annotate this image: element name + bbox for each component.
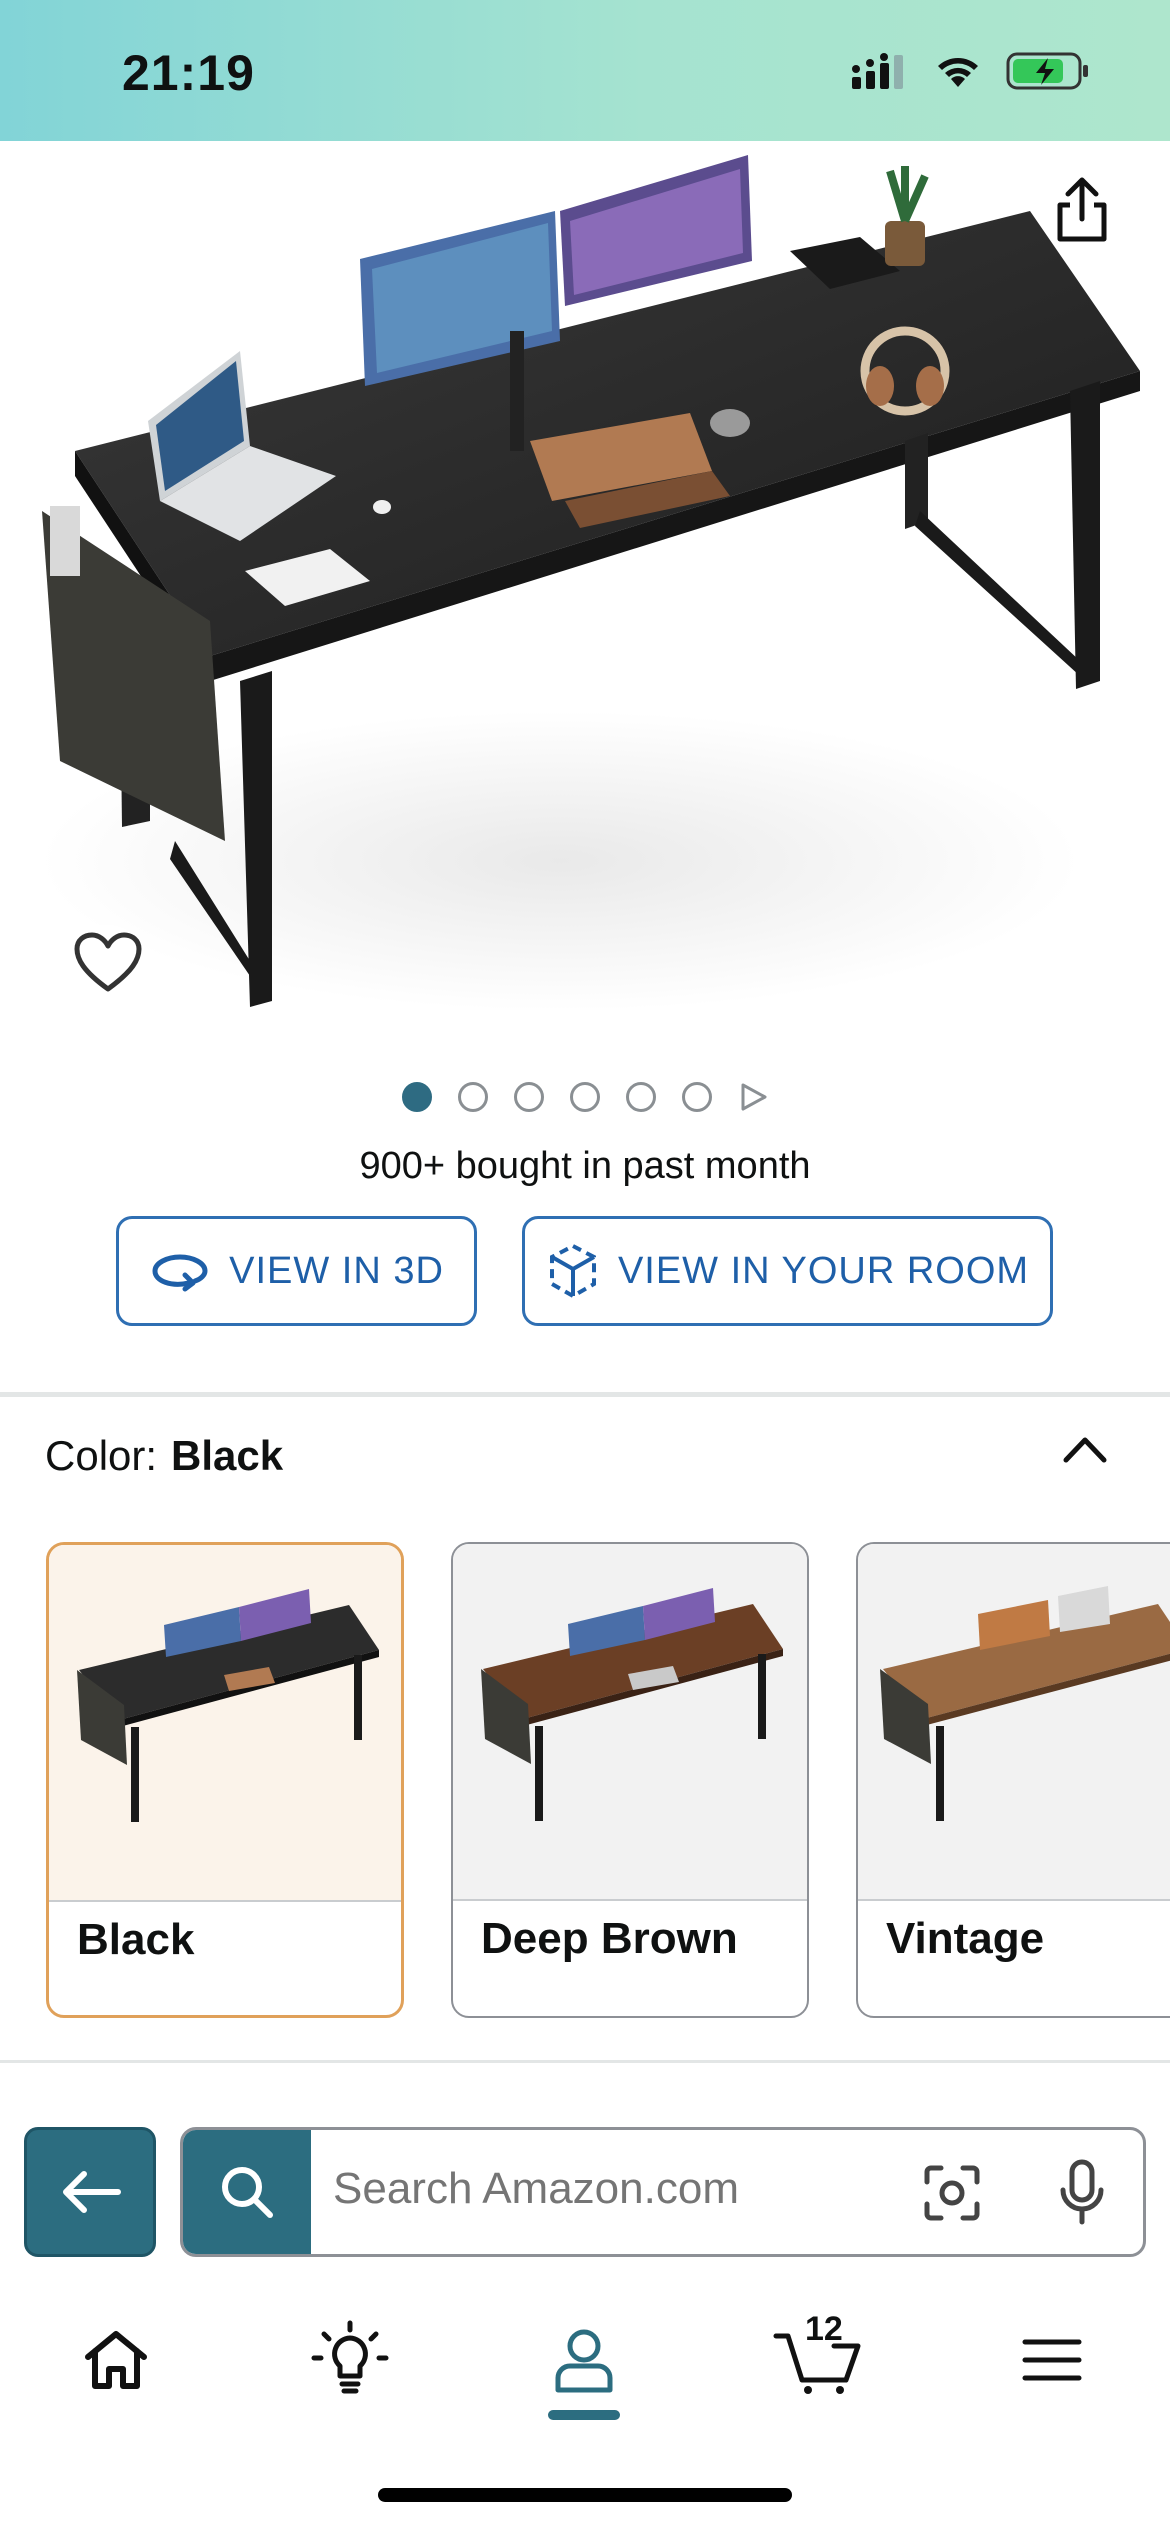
color-label: Color:: [45, 1432, 158, 1479]
ar-cube-icon: [549, 1243, 596, 1299]
carousel-dot[interactable]: [570, 1082, 600, 1112]
status-icons: [850, 50, 1090, 92]
chevron-up-icon: [1063, 1437, 1107, 1463]
share-icon: [1057, 177, 1107, 242]
color-option-label: Vintage: [886, 1914, 1045, 1963]
view-in-your-room-label: VIEW IN YOUR ROOM: [617, 1249, 1030, 1292]
carousel-dot[interactable]: [514, 1082, 544, 1112]
search-bar[interactable]: [180, 2127, 1146, 2257]
wifi-icon: [938, 58, 978, 87]
color-option-thumbnail: [453, 1544, 807, 1901]
camera-search-button[interactable]: [921, 2162, 983, 2229]
home-icon: [85, 2331, 147, 2389]
search-icon: [222, 2167, 273, 2218]
tab-ideas[interactable]: [300, 2310, 400, 2410]
bottom-search-area: [0, 2105, 1170, 2270]
rotate-3d-icon: [152, 1254, 208, 1292]
account-icon: [555, 2329, 613, 2393]
view-in-3d-label: VIEW IN 3D: [229, 1249, 444, 1292]
color-option-deep-brown[interactable]: Deep Brown: [451, 1542, 809, 2018]
cellular-signal-icon: [852, 53, 903, 89]
search-input[interactable]: [333, 2164, 853, 2214]
heart-icon: [74, 932, 142, 992]
voice-search-button[interactable]: [1057, 2158, 1107, 2231]
image-carousel-dots[interactable]: [0, 1082, 1170, 1112]
color-option-label: Deep Brown: [481, 1914, 738, 1963]
carousel-dot[interactable]: [626, 1082, 656, 1112]
section-divider: [0, 2060, 1170, 2063]
arrow-left-icon: [63, 2171, 121, 2213]
active-tab-indicator: [548, 2410, 620, 2420]
desk-thumbnail: [77, 1589, 379, 1822]
menu-icon: [1022, 2339, 1082, 2381]
color-option-vintage[interactable]: Vintage: [856, 1542, 1170, 2018]
carousel-dot[interactable]: [458, 1082, 488, 1112]
view-in-your-room-button[interactable]: VIEW IN YOUR ROOM: [522, 1216, 1053, 1326]
color-option-thumbnail: [49, 1545, 401, 1902]
share-button[interactable]: [1052, 175, 1112, 245]
desk-thumbnail: [880, 1586, 1170, 1821]
add-to-wishlist-button[interactable]: [70, 925, 146, 1001]
view-in-3d-button[interactable]: VIEW IN 3D: [116, 1216, 477, 1326]
microphone-icon: [1060, 2159, 1104, 2225]
search-submit-button[interactable]: [183, 2130, 311, 2254]
camera-scan-icon: [924, 2165, 980, 2221]
collapse-color-button[interactable]: [1062, 1434, 1108, 1469]
color-option-thumbnail: [858, 1544, 1170, 1901]
desk-thumbnail: [481, 1588, 783, 1821]
color-option-black[interactable]: Black: [46, 1542, 404, 2018]
status-bar: 21:19: [0, 0, 1170, 141]
bought-in-past-month: 900+ bought in past month: [359, 1145, 811, 1187]
section-divider: [0, 1392, 1170, 1397]
carousel-dot[interactable]: [682, 1082, 712, 1112]
cart-count-badge: 12: [805, 2310, 843, 2348]
tab-home[interactable]: [66, 2310, 166, 2410]
carousel-dot[interactable]: [402, 1082, 432, 1112]
lightbulb-icon: [311, 2320, 389, 2394]
status-time: 21:19: [122, 45, 255, 101]
selected-color-value: Black: [171, 1432, 284, 1479]
tab-account[interactable]: [534, 2310, 634, 2410]
home-indicator: [378, 2488, 792, 2502]
color-selector-header[interactable]: Color: Black: [45, 1432, 283, 1480]
tab-menu[interactable]: [1002, 2310, 1102, 2410]
battery-charging-icon: [1006, 52, 1088, 90]
back-button[interactable]: [24, 2127, 156, 2257]
product-image[interactable]: [0, 141, 1170, 1041]
play-video-icon[interactable]: [738, 1082, 768, 1112]
color-option-label: Black: [77, 1915, 195, 1964]
desk-illustration: [40, 155, 1140, 1011]
